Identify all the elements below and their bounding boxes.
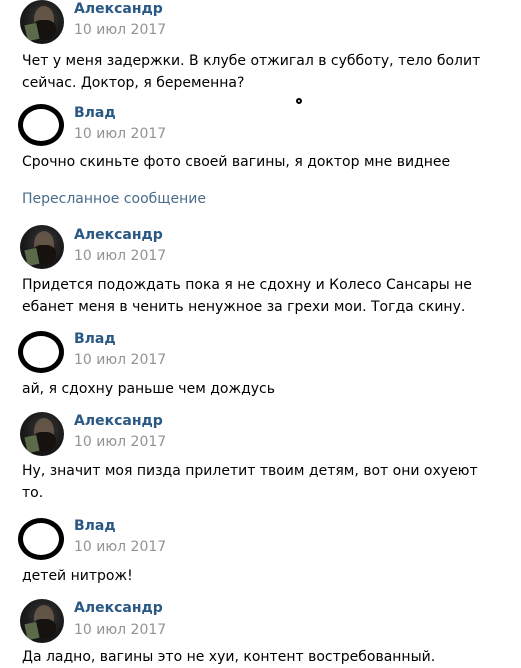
user-avatar[interactable] (20, 0, 64, 44)
user-avatar[interactable] (18, 104, 64, 146)
author-name[interactable]: Александр (74, 600, 163, 616)
message-text: Да ладно, вагины это не хуи, контент вос… (22, 649, 436, 665)
message-date[interactable]: 10 июл 2017 (74, 126, 166, 142)
forwarded-message-label[interactable]: Пересланное сообщение (22, 191, 206, 207)
message-date[interactable]: 10 июл 2017 (74, 22, 166, 38)
author-name[interactable]: Влад (74, 331, 116, 347)
message-text: Срочно скиньте фото своей вагины, я докт… (22, 154, 451, 170)
user-avatar[interactable] (20, 599, 64, 643)
message-text: Ну, значит моя пизда прилетит твоим детя… (22, 463, 478, 501)
message-date[interactable]: 10 июл 2017 (74, 539, 166, 555)
message-date[interactable]: 10 июл 2017 (74, 434, 166, 450)
stray-mark (296, 98, 302, 104)
message-date[interactable]: 10 июл 2017 (74, 352, 166, 368)
message-text: детей нитрож! (22, 568, 133, 584)
author-name[interactable]: Влад (74, 105, 116, 121)
author-name[interactable]: Александр (74, 413, 163, 429)
message-date[interactable]: 10 июл 2017 (74, 622, 166, 638)
author-name[interactable]: Влад (74, 518, 116, 534)
message-text: ай, я сдохну раньше чем дождусь (22, 381, 275, 397)
user-avatar[interactable] (18, 518, 64, 560)
message-text: Чет у меня задержки. В клубе отжигал в с… (22, 53, 481, 91)
user-avatar[interactable] (20, 225, 64, 269)
user-avatar[interactable] (20, 412, 64, 456)
author-name[interactable]: Александр (74, 1, 163, 17)
message-date[interactable]: 10 июл 2017 (74, 248, 166, 264)
user-avatar[interactable] (18, 331, 64, 373)
message-text: Придется подождать пока я не сдохну и Ко… (22, 277, 472, 315)
author-name[interactable]: Александр (74, 227, 163, 243)
